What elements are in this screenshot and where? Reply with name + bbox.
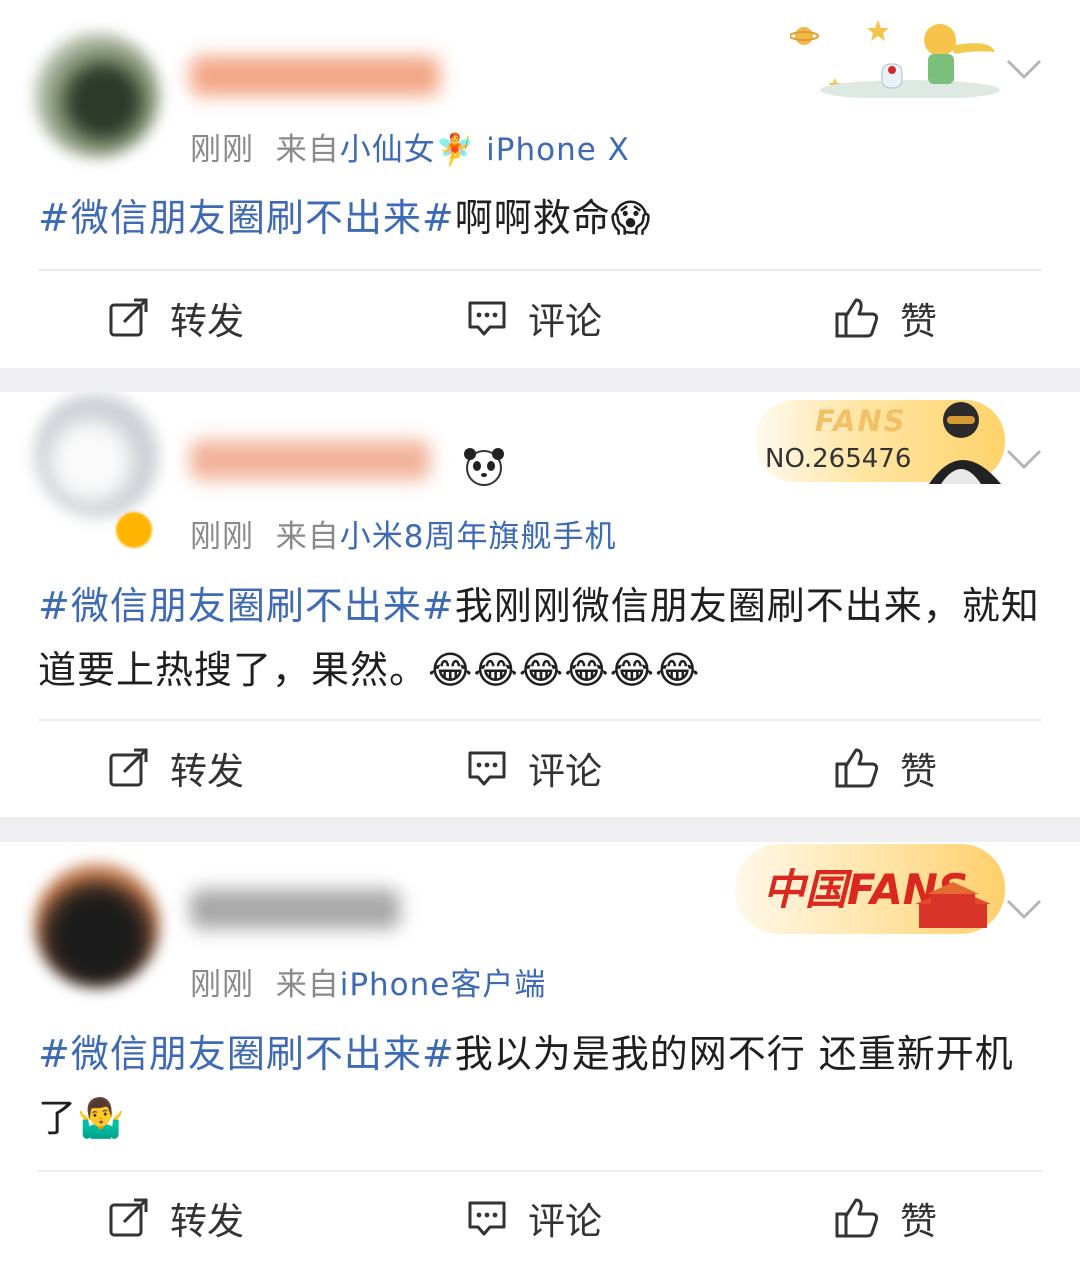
share-arrow-icon [109,748,148,787]
weibo-post[interactable]: 中国FANS 刚刚 来自iPhone客户端 #微信朋友圈刷不出来#我以为是我的网… [0,842,1080,1270]
post-time: 刚刚 [190,519,254,555]
thumbs-up-icon [835,298,879,338]
repost-label: 转发 [170,1200,244,1243]
hashtag-link[interactable]: #微信朋友圈刷不出来# [38,1032,455,1076]
username-blurred[interactable] [190,56,440,96]
fan-idol-figure [929,402,1001,484]
comment-bubble-icon [468,301,506,336]
like-label: 赞 [900,1200,937,1243]
post-time: 刚刚 [190,967,254,1003]
china-fans-badge[interactable]: 中国FANS [735,844,1005,934]
post-content[interactable]: #微信朋友圈刷不出来#我刚刚微信朋友圈刷不出来，就知道要上热搜了，果然。😂😂😂😂… [38,574,1040,702]
comment-button[interactable]: 评论 [466,1188,602,1248]
post-source[interactable]: 小米8周年旗舰手机 [340,519,617,555]
post-meta: 刚刚 来自小仙女🧚 iPhone X [190,124,630,169]
panda-icon [464,448,504,486]
divider [38,1170,1042,1172]
comment-bubble-icon [468,1201,506,1236]
post-time: 刚刚 [190,132,254,168]
repost-button[interactable]: 转发 [108,288,244,348]
verified-badge [116,512,152,548]
post-content[interactable]: #微信朋友圈刷不出来#啊啊救命😱 [38,186,1040,250]
like-label: 赞 [900,750,937,793]
avatar[interactable] [34,392,160,518]
thumbs-up-icon [835,1198,879,1238]
chevron-down-icon[interactable] [1006,58,1042,80]
like-button[interactable]: 赞 [834,288,937,348]
share-arrow-icon [109,1198,148,1237]
post-content[interactable]: #微信朋友圈刷不出来#我以为是我的网不行 还重新开机了🤷‍♂️ [38,1022,1040,1150]
fans-badge[interactable]: FANS NO.265476 [755,400,1005,484]
avatar[interactable] [34,32,160,158]
comment-bubble-icon [468,751,506,786]
divider [38,719,1042,721]
action-bar: 转发 评论 赞 [0,1188,1080,1248]
post-source[interactable]: 小仙女🧚 iPhone X [340,132,630,168]
action-bar: 转发 评论 赞 [0,288,1080,348]
comment-label: 评论 [528,750,602,793]
source-prefix: 来自 [275,967,340,1003]
post-source[interactable]: iPhone客户端 [340,967,547,1003]
fans-label: FANS [815,404,907,438]
repost-label: 转发 [170,750,244,793]
source-prefix: 来自 [275,519,340,555]
like-label: 赞 [900,300,937,343]
like-button[interactable]: 赞 [834,738,937,798]
repost-button[interactable]: 转发 [108,1188,244,1248]
tiananmen-icon [915,882,991,928]
like-button[interactable]: 赞 [834,1188,937,1248]
repost-label: 转发 [170,300,244,343]
action-bar: 转发 评论 赞 [0,738,1080,798]
chevron-down-icon[interactable] [1006,898,1042,920]
post-meta: 刚刚 来自iPhone客户端 [190,959,546,1004]
weibo-post[interactable]: 刚刚 来自小仙女🧚 iPhone X #微信朋友圈刷不出来#啊啊救命😱 转发 评… [0,0,1080,368]
comment-label: 评论 [528,300,602,343]
share-arrow-icon [109,298,148,337]
hashtag-link[interactable]: #微信朋友圈刷不出来# [38,584,455,628]
thumbs-up-icon [835,748,879,788]
post-text: 啊啊救命😱 [454,196,652,240]
post-meta: 刚刚 来自小米8周年旗舰手机 [190,511,616,556]
source-prefix: 来自 [275,132,340,168]
comment-button[interactable]: 评论 [466,738,602,798]
comment-button[interactable]: 评论 [466,288,602,348]
repost-button[interactable]: 转发 [108,738,244,798]
weibo-post[interactable]: FANS NO.265476 刚刚 来自小米8周年旗舰手机 #微信朋友圈刷不出来… [0,392,1080,817]
username-blurred[interactable] [190,440,430,480]
comment-label: 评论 [528,1200,602,1243]
little-prince-decoration [790,20,1000,98]
chevron-down-icon[interactable] [1006,448,1042,470]
fans-number: NO.265476 [765,444,912,474]
avatar[interactable] [34,862,160,988]
username-blurred[interactable] [190,889,400,929]
hashtag-link[interactable]: #微信朋友圈刷不出来# [38,196,455,240]
divider [38,269,1042,271]
